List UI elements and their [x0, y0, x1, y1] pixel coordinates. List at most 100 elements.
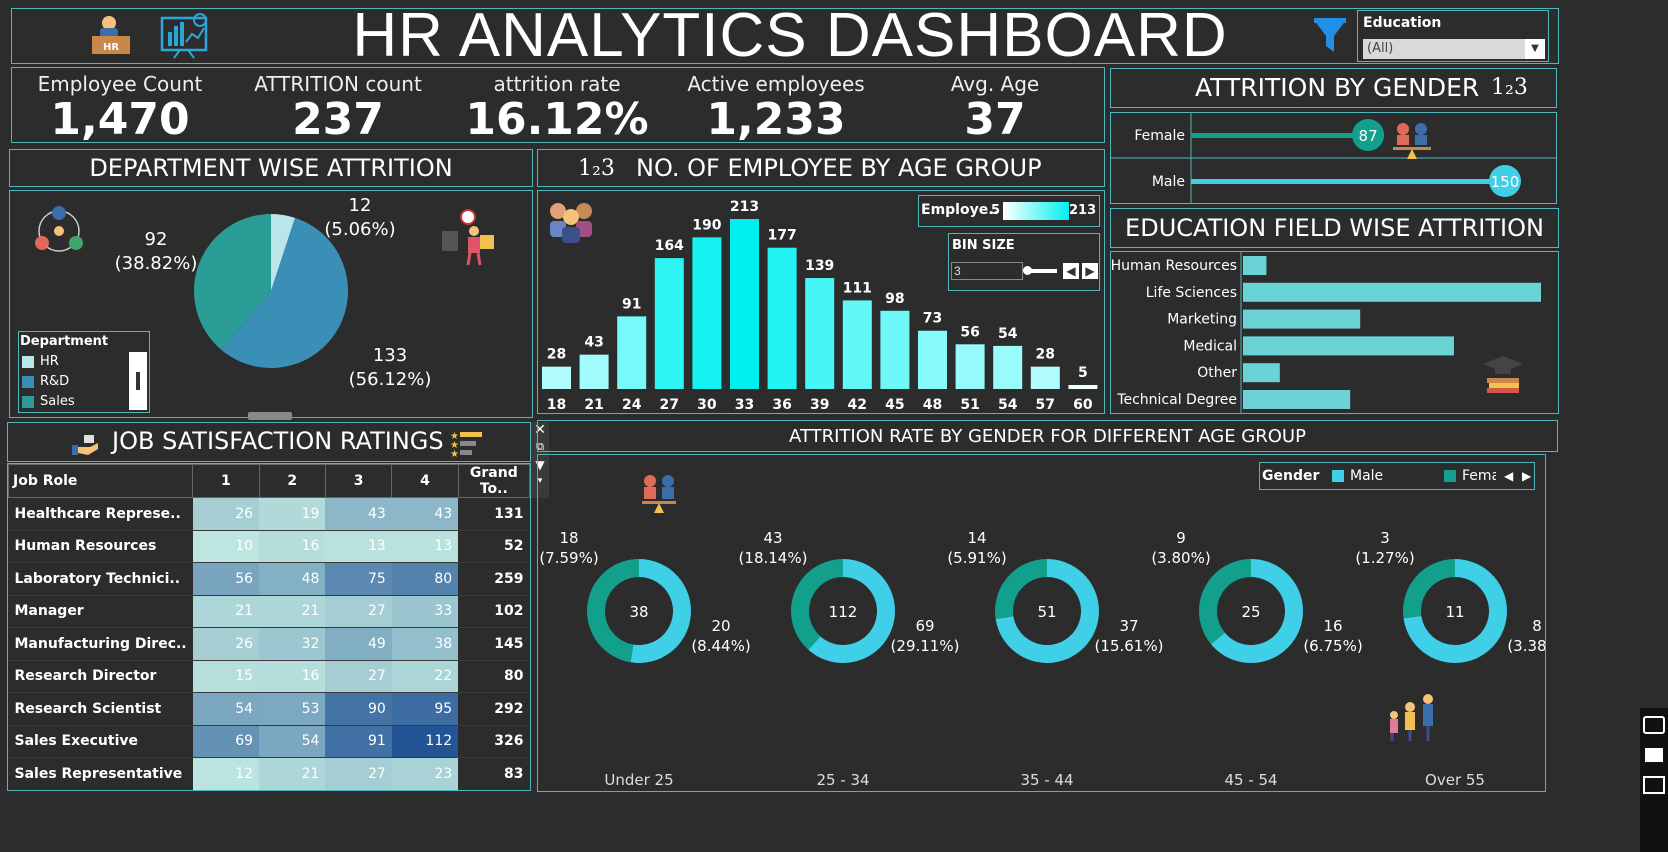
rating-cell: 15	[192, 660, 260, 693]
dept-legend-item[interactable]: R&D	[22, 374, 75, 394]
rating-cell: 27	[325, 660, 392, 693]
kpi-value: 1,470	[50, 94, 190, 145]
grand-total-cell: 326	[458, 725, 530, 758]
x-tick-label: 57	[1036, 397, 1055, 413]
female-pct-label: (18.14%)	[739, 549, 808, 567]
legend-scroll-thumb[interactable]	[136, 372, 140, 390]
resize-handle[interactable]	[248, 412, 292, 420]
chevron-down-icon[interactable]: ▼	[1525, 39, 1545, 59]
table-row[interactable]: Sales Executive 69 54 91 112 326	[8, 725, 530, 758]
edu-bar[interactable]	[1243, 282, 1541, 302]
age-chart-panel: 28 18 43 21 91 24 164 27 190 30 213 33 177 36 139 39 111…	[537, 190, 1105, 414]
female-donut-segment[interactable]	[1199, 559, 1251, 645]
edu-bar[interactable]	[1243, 336, 1454, 356]
gender-chart-panel: Female 87 Male 150	[1110, 112, 1557, 204]
column-header[interactable]: Job Role	[8, 464, 194, 498]
age-bar[interactable]	[767, 247, 797, 389]
kpi-value: 1,233	[706, 94, 846, 145]
age-bar[interactable]	[1030, 366, 1060, 389]
age-bar[interactable]	[880, 310, 910, 389]
table-row[interactable]: Healthcare Represe.. 26 19 43 43 131	[8, 497, 530, 531]
table-row[interactable]: Manufacturing Direc.. 26 32 49 38 145	[8, 627, 530, 661]
gender-bar[interactable]	[1191, 179, 1517, 184]
column-header[interactable]: 3	[324, 464, 393, 498]
table-row[interactable]: Sales Representative 12 21 27 23 83	[8, 757, 530, 790]
gender-bar[interactable]	[1191, 133, 1381, 138]
rating-cell: 75	[325, 562, 392, 596]
job-title-panel: JOB SATISFACTION RATINGS ★ ★ ★	[7, 422, 531, 462]
age-bar[interactable]	[918, 330, 947, 389]
column-header[interactable]: Grand To..	[457, 464, 530, 498]
age-bar[interactable]	[955, 344, 985, 389]
grand-total-cell: 83	[458, 757, 530, 790]
x-tick-label: 51	[960, 397, 979, 413]
male-count-label: 16	[1323, 617, 1342, 635]
slice-value-label: 92	[145, 229, 168, 250]
table-row[interactable]: Laboratory Technici.. 56 48 75 80 259	[8, 562, 530, 596]
bar-value-label: 91	[622, 296, 641, 312]
age-bar[interactable]	[730, 219, 759, 389]
legend-prev-icon[interactable]: ◀	[1504, 469, 1513, 483]
education-filter-select[interactable]: (All) ▼	[1363, 39, 1545, 59]
column-header[interactable]: 2	[258, 464, 326, 498]
rating-cell: 26	[192, 627, 260, 661]
graduation-books-icon	[1483, 356, 1523, 393]
gender-legend-female: Fema	[1444, 468, 1496, 484]
window-icon[interactable]	[1643, 776, 1665, 794]
age-bar[interactable]	[993, 345, 1023, 389]
edu-bar[interactable]	[1243, 363, 1280, 383]
bar-value-label: 139	[805, 258, 834, 274]
column-header[interactable]: 4	[391, 464, 459, 498]
dept-legend-item[interactable]: HR	[22, 354, 75, 374]
bin-size-slider[interactable]	[1023, 266, 1057, 275]
slider-knob[interactable]	[1023, 266, 1032, 275]
male-swatch	[1332, 470, 1344, 482]
age-bar[interactable]	[842, 300, 872, 389]
x-tick-label: 30	[697, 397, 717, 413]
legend-next-icon[interactable]: ▶	[1522, 469, 1531, 483]
age-bar[interactable]	[805, 278, 835, 389]
age-bar[interactable]	[692, 237, 722, 389]
kpi-label: Employee Count	[37, 72, 203, 96]
filter-funnel-icon[interactable]	[1312, 16, 1348, 56]
table-row[interactable]: Research Director 15 16 27 22 80	[8, 660, 530, 693]
overall-total-cell: 1,470	[458, 790, 529, 791]
bin-size-control: BIN SIZE ◀ ▶	[948, 233, 1100, 291]
rating-cell: 21	[259, 757, 326, 790]
job-title: JOB SATISFACTION RATINGS	[112, 427, 444, 455]
edu-bar[interactable]	[1243, 309, 1361, 329]
age-bar[interactable]	[542, 366, 571, 389]
chevron-left-icon[interactable]: ◀	[1063, 263, 1079, 279]
age-bar[interactable]	[654, 258, 684, 389]
legend-scrollbar[interactable]	[129, 352, 147, 410]
male-count-label: 69	[915, 617, 934, 635]
chevron-right-icon[interactable]: ▶	[1082, 263, 1098, 279]
dept-legend-item[interactable]: Sales	[22, 394, 75, 414]
edu-bar[interactable]	[1243, 256, 1267, 275]
table-row[interactable]: Research Scientist 54 53 90 95 292	[8, 692, 530, 726]
rating-cell: 54	[259, 725, 326, 758]
bin-size-input[interactable]	[951, 262, 1023, 280]
edu-bar[interactable]	[1243, 390, 1351, 409]
dept-title-panel: DEPARTMENT WISE ATTRITION	[9, 149, 533, 187]
age-color-legend-label: Employe..	[921, 202, 999, 218]
age-bar[interactable]	[1068, 385, 1098, 389]
female-swatch	[1444, 470, 1456, 482]
column-total-cell: 442	[325, 790, 391, 791]
age-bar[interactable]	[617, 316, 647, 389]
video-icon[interactable]	[1645, 748, 1663, 762]
rating-cell: 19	[259, 497, 326, 531]
rating-cell: 54	[192, 692, 260, 726]
x-tick-label: 60	[1073, 397, 1093, 413]
camera-icon[interactable]	[1643, 716, 1665, 734]
page-title: HR ANALYTICS DASHBOARD	[352, 1, 1228, 70]
job-role-cell: Manager	[8, 595, 193, 628]
age-bar[interactable]	[579, 354, 609, 389]
gender-title: ATTRITION BY GENDER	[1195, 73, 1480, 102]
rating-cell: 13	[325, 530, 392, 563]
grand-total-cell: 259	[458, 562, 530, 596]
table-row[interactable]: Manager 21 21 27 33 102	[8, 595, 530, 628]
column-header[interactable]: 1	[192, 464, 260, 498]
table-row[interactable]: Human Resources 10 16 13 13 52	[8, 530, 530, 563]
rating-cell: 112	[391, 725, 459, 758]
